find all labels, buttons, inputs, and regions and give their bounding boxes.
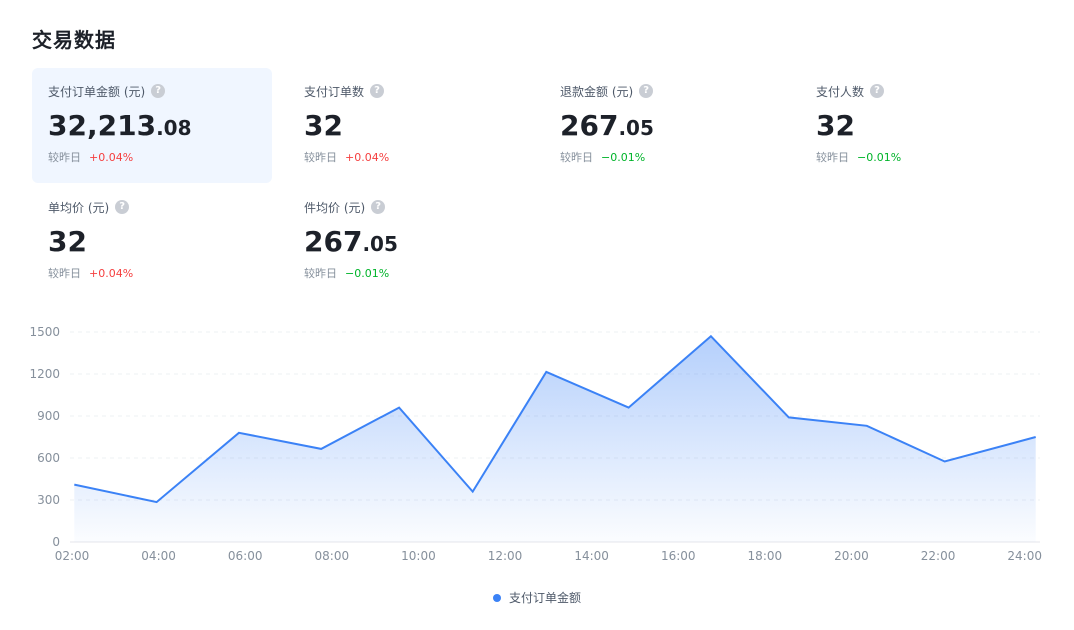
compare-label: 较昨日 — [48, 151, 81, 164]
metric-value-integer: 32,213 — [48, 109, 157, 142]
question-circle-icon[interactable]: ? — [370, 84, 385, 98]
metric-card[interactable]: 件均价 (元)? 267.05 较昨日 −0.01% — [288, 184, 528, 299]
metric-label: 支付订单金额 (元) — [48, 84, 146, 99]
delta-value: +0.04% — [89, 150, 134, 164]
x-tick-label: 04:00 — [141, 549, 176, 560]
delta-value: −0.01% — [601, 150, 646, 164]
data-point[interactable] — [1033, 434, 1039, 440]
delta-value: +0.04% — [89, 266, 134, 280]
data-point[interactable] — [942, 459, 948, 465]
x-tick-label: 16:00 — [661, 549, 696, 560]
metric-card[interactable]: 支付订单数? 32 较昨日 +0.04% — [288, 68, 528, 183]
x-tick-label: 20:00 — [834, 549, 869, 560]
metric-value: 32,213.08 — [48, 109, 256, 143]
metric-value: 32 — [816, 109, 1024, 143]
metric-label: 件均价 (元) — [304, 200, 366, 215]
metric-value-integer: 32 — [304, 109, 343, 142]
data-point[interactable] — [786, 414, 792, 420]
x-tick-label: 10:00 — [401, 549, 436, 560]
delta-value: −0.01% — [857, 150, 902, 164]
series-area — [74, 336, 1036, 542]
metric-value: 32 — [304, 109, 512, 143]
metric-value-decimal: .05 — [362, 232, 398, 256]
metric-label-row: 单均价 (元)? — [48, 199, 256, 215]
compare-label: 较昨日 — [48, 267, 81, 280]
question-circle-icon[interactable]: ? — [151, 84, 166, 98]
x-tick-label: 08:00 — [315, 549, 350, 560]
x-tick-label: 14:00 — [574, 549, 609, 560]
delta-value: −0.01% — [345, 266, 390, 280]
question-circle-icon[interactable]: ? — [639, 84, 654, 98]
metric-value-integer: 267 — [560, 109, 619, 142]
trend-chart: 0 300 600 900 1200 1500 02:00 04:00 06:00 08:00 1… — [0, 310, 1074, 560]
x-tick-label: 18:00 — [748, 549, 783, 560]
compare-label: 较昨日 — [816, 151, 849, 164]
metric-value: 267.05 — [304, 225, 512, 259]
trade-data-page: 交易数据 支付订单金额 (元)? 32,213.08 较昨日 +0.04% 支付订单数?… — [0, 0, 1074, 630]
x-tick-label: 24:00 — [1007, 549, 1042, 560]
metric-label-row: 件均价 (元)? — [304, 199, 512, 215]
legend-dot — [492, 593, 501, 602]
y-tick-label: 600 — [37, 451, 60, 465]
trend-chart-svg: 0 300 600 900 1200 1500 02:00 04:00 06:00 08:00 1… — [29, 325, 1042, 560]
metric-label: 单均价 (元) — [48, 200, 110, 215]
y-tick-label: 1200 — [29, 367, 60, 381]
data-point[interactable] — [318, 446, 324, 452]
compare-label: 较昨日 — [304, 151, 337, 164]
data-point[interactable] — [154, 499, 160, 505]
data-point[interactable] — [708, 333, 714, 339]
y-tick-label: 0 — [52, 535, 60, 549]
data-point[interactable] — [236, 430, 242, 436]
data-point[interactable] — [543, 369, 549, 375]
y-tick-label: 300 — [37, 493, 60, 507]
metric-value-integer: 32 — [48, 225, 87, 258]
page-title: 交易数据 — [32, 28, 116, 52]
metric-value-integer: 32 — [816, 109, 855, 142]
metric-compare: 较昨日 −0.01% — [304, 265, 512, 281]
metric-label-row: 支付订单金额 (元)? — [48, 83, 256, 99]
metric-card[interactable]: 支付订单金额 (元)? 32,213.08 较昨日 +0.04% — [32, 68, 272, 183]
data-point[interactable] — [71, 482, 77, 488]
x-tick-label: 06:00 — [228, 549, 263, 560]
metric-compare: 较昨日 +0.04% — [304, 149, 512, 165]
data-point[interactable] — [396, 405, 402, 411]
legend-label: 支付订单金额 — [508, 591, 581, 605]
metric-card[interactable]: 支付人数? 32 较昨日 −0.01% — [800, 68, 1040, 183]
metric-value: 32 — [48, 225, 256, 259]
metric-compare: 较昨日 −0.01% — [560, 149, 768, 165]
metric-compare: 较昨日 +0.04% — [48, 149, 256, 165]
metric-value-decimal: .08 — [156, 116, 192, 140]
x-tick-label: 02:00 — [55, 549, 90, 560]
metric-label: 支付人数 — [816, 84, 865, 99]
question-circle-icon[interactable]: ? — [870, 84, 885, 98]
metric-value-decimal: .05 — [618, 116, 654, 140]
metric-label: 支付订单数 — [304, 84, 365, 99]
data-point[interactable] — [470, 489, 476, 495]
data-point[interactable] — [626, 405, 632, 411]
data-point[interactable] — [864, 423, 870, 429]
question-circle-icon[interactable]: ? — [115, 200, 130, 214]
chart-legend[interactable]: 支付订单金额 — [0, 589, 1074, 606]
compare-label: 较昨日 — [304, 267, 337, 280]
compare-label: 较昨日 — [560, 151, 593, 164]
metric-label: 退款金额 (元) — [560, 84, 634, 99]
metric-compare: 较昨日 −0.01% — [816, 149, 1024, 165]
metric-value: 267.05 — [560, 109, 768, 143]
metric-compare: 较昨日 +0.04% — [48, 265, 256, 281]
metric-value-integer: 267 — [304, 225, 363, 258]
y-tick-label: 1500 — [29, 325, 60, 339]
y-tick-label: 900 — [37, 409, 60, 423]
metric-label-row: 支付人数? — [816, 83, 1024, 99]
metric-label-row: 支付订单数? — [304, 83, 512, 99]
x-tick-label: 12:00 — [488, 549, 523, 560]
metric-card[interactable]: 单均价 (元)? 32 较昨日 +0.04% — [32, 184, 272, 299]
delta-value: +0.04% — [345, 150, 390, 164]
x-tick-label: 22:00 — [921, 549, 956, 560]
metric-card[interactable]: 退款金额 (元)? 267.05 较昨日 −0.01% — [544, 68, 784, 183]
question-circle-icon[interactable]: ? — [371, 200, 386, 214]
metric-label-row: 退款金额 (元)? — [560, 83, 768, 99]
